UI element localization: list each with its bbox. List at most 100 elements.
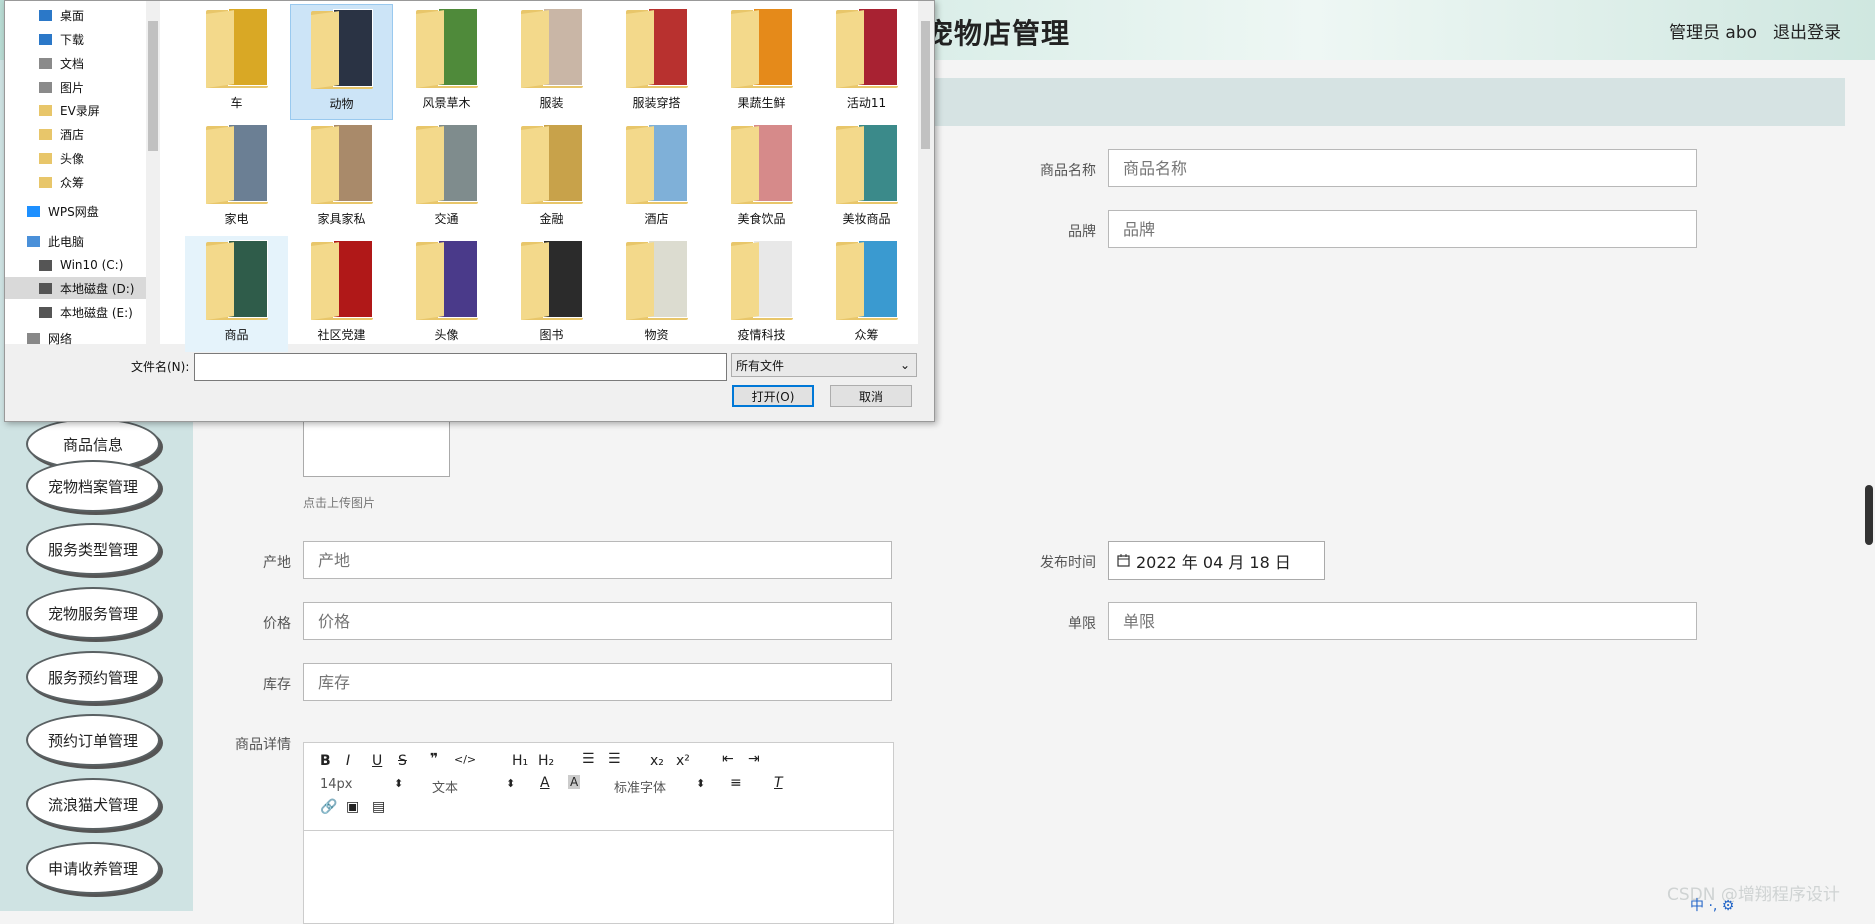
bold-icon[interactable]: B — [320, 753, 331, 769]
text-style-select[interactable]: 文本 — [432, 777, 458, 796]
sidebar-item-pet-services[interactable]: 宠物服务管理 — [26, 587, 160, 639]
nav-item-label: 网络 — [48, 331, 73, 346]
file-item[interactable]: 服装 — [500, 4, 603, 120]
origin-label: 产地 — [263, 555, 291, 571]
page-scrollbar[interactable] — [1861, 60, 1875, 911]
publish-time-field[interactable]: 2022 年 04 月 18 日 — [1108, 541, 1325, 580]
brand-input[interactable] — [1108, 210, 1697, 248]
file-name: 服装穿搭 — [632, 96, 681, 110]
heading2-icon[interactable]: H₂ — [538, 753, 554, 769]
stock-label: 库存 — [263, 677, 291, 693]
file-item[interactable]: 果蔬生鲜 — [710, 4, 813, 120]
nav-item-label: 文档 — [60, 56, 85, 71]
nav-item-icon — [39, 259, 52, 271]
sidebar-item-adoption[interactable]: 申请收养管理 — [26, 842, 160, 894]
file-name: 疫情科技 — [737, 328, 786, 342]
files-scroll-thumb[interactable] — [921, 21, 930, 149]
code-icon[interactable]: </> — [454, 753, 476, 766]
folder-icon — [730, 124, 793, 204]
file-item[interactable]: 头像 — [395, 236, 498, 352]
nav-item-icon — [39, 9, 52, 21]
outdent-icon[interactable]: ⇤ — [722, 751, 734, 767]
file-item[interactable]: 金融 — [500, 120, 603, 236]
name-input[interactable] — [1108, 149, 1697, 187]
file-item[interactable]: 物资 — [605, 236, 708, 352]
folder-icon — [730, 240, 793, 320]
file-item[interactable]: 美食饮品 — [710, 120, 813, 236]
file-item[interactable]: 图书 — [500, 236, 603, 352]
nav-item-icon — [39, 282, 52, 294]
indent-icon[interactable]: ⇥ — [748, 751, 760, 767]
clear-format-icon[interactable]: T — [774, 775, 783, 791]
file-name: 家电 — [224, 212, 249, 226]
nav-item-8[interactable]: WPS网盘 — [5, 200, 167, 222]
bullet-list-icon[interactable]: ☰ — [608, 751, 621, 767]
nav-scroll-thumb[interactable] — [148, 21, 158, 151]
folder-icon — [520, 8, 583, 88]
file-item[interactable]: 家具家私 — [290, 120, 393, 236]
file-item[interactable]: 疫情科技 — [710, 236, 813, 352]
image-icon[interactable]: ▣ — [346, 799, 359, 815]
ordered-list-icon[interactable]: ☰ — [582, 751, 595, 767]
superscript-icon[interactable]: x² — [676, 753, 690, 769]
underline-icon[interactable]: U — [372, 753, 382, 769]
file-item[interactable]: 交通 — [395, 120, 498, 236]
cancel-button[interactable]: 取消 — [830, 385, 912, 407]
publish-time-label: 发布时间 — [1040, 555, 1096, 571]
file-item[interactable]: 美妆商品 — [815, 120, 918, 236]
file-item[interactable]: 车 — [185, 4, 288, 120]
file-name: 头像 — [434, 328, 459, 342]
file-item[interactable]: 社区党建 — [290, 236, 393, 352]
origin-input[interactable] — [303, 541, 892, 579]
stock-input[interactable] — [303, 663, 892, 701]
folder-icon — [415, 124, 478, 204]
file-name: 美食饮品 — [737, 212, 786, 226]
file-item[interactable]: 动物 — [290, 4, 393, 120]
filename-label: 文件名(N): — [131, 360, 190, 374]
filetype-select[interactable]: 所有文件 ⌄ — [731, 353, 917, 377]
nav-item-9[interactable]: 此电脑 — [5, 230, 167, 252]
limit-input[interactable] — [1108, 602, 1697, 640]
file-item[interactable]: 服装穿搭 — [605, 4, 708, 120]
font-color-icon[interactable]: A — [540, 775, 550, 791]
background-color-icon[interactable]: A — [568, 775, 581, 789]
italic-icon[interactable]: I — [346, 753, 350, 769]
file-item[interactable]: 众筹 — [815, 236, 918, 352]
sidebar-item-booking-orders[interactable]: 预约订单管理 — [26, 714, 160, 766]
folder-icon — [415, 240, 478, 320]
file-item[interactable]: 风景草木 — [395, 4, 498, 120]
heading1-icon[interactable]: H₁ — [512, 753, 528, 769]
nav-item-13[interactable]: 网络 — [5, 327, 167, 349]
nav-scrollbar[interactable] — [146, 1, 160, 344]
font-size-select[interactable]: 14px — [320, 777, 353, 792]
image-upload-box[interactable] — [303, 418, 450, 477]
sidebar-item-service-booking[interactable]: 服务预约管理 — [26, 651, 160, 703]
quote-icon[interactable]: ❞ — [430, 751, 438, 767]
strike-icon[interactable]: S — [398, 753, 407, 769]
file-item[interactable]: 活动11 — [815, 4, 918, 120]
file-name: 图书 — [539, 328, 564, 342]
nav-item-label: EV录屏 — [60, 103, 100, 118]
files-scrollbar[interactable] — [918, 1, 933, 344]
video-icon[interactable]: ▤ — [372, 799, 385, 815]
sidebar-item-service-types[interactable]: 服务类型管理 — [26, 523, 160, 575]
align-icon[interactable]: ≡ — [730, 775, 742, 791]
subscript-icon[interactable]: x₂ — [650, 753, 664, 769]
link-icon[interactable]: 🔗 — [320, 799, 337, 815]
sidebar-item-stray-animals[interactable]: 流浪猫犬管理 — [26, 778, 160, 830]
font-family-select[interactable]: 标准字体 — [614, 777, 666, 796]
nav-item-icon — [39, 33, 52, 45]
open-button[interactable]: 打开(O) — [732, 385, 814, 407]
sidebar-item-pet-records[interactable]: 宠物档案管理 — [26, 460, 160, 512]
filename-input[interactable] — [194, 353, 727, 381]
file-item[interactable]: 酒店 — [605, 120, 708, 236]
nav-item-label: 头像 — [60, 151, 85, 166]
file-item[interactable]: 家电 — [185, 120, 288, 236]
file-item[interactable]: 商品 — [185, 236, 288, 352]
folder-icon — [415, 8, 478, 88]
price-input[interactable] — [303, 602, 892, 640]
rich-text-editor[interactable]: B I U S ❞ </> H₁ H₂ ☰ ☰ x₂ x² ⇤ ⇥ 14px ⬍… — [303, 742, 894, 924]
page-scroll-thumb[interactable] — [1865, 485, 1873, 545]
calendar-icon — [1117, 554, 1130, 567]
logout-link[interactable]: 退出登录 — [1773, 18, 1841, 43]
